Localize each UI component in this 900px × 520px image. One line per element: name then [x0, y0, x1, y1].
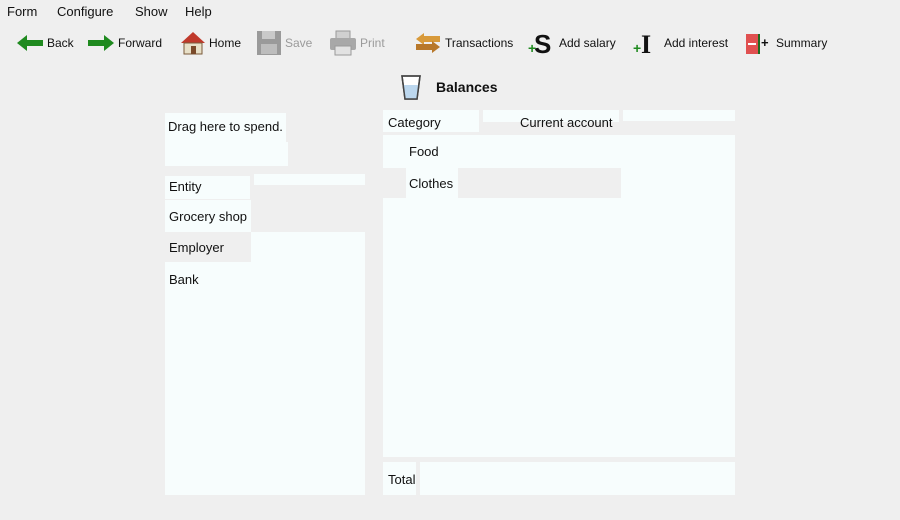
- category-header: Category: [388, 115, 441, 130]
- account-header: Current account: [520, 115, 613, 130]
- account-header-cell[interactable]: Current account: [483, 110, 619, 130]
- total-label: Total: [388, 472, 416, 487]
- print-label: Print: [360, 36, 385, 50]
- balances-table-body: Food Clothes: [383, 135, 735, 457]
- balances-row-clothes[interactable]: Clothes: [409, 174, 453, 194]
- menu-configure[interactable]: Configure: [57, 4, 113, 19]
- arrow-right-icon: [88, 35, 114, 51]
- spend-drop-label: Drag here to spend.: [168, 119, 283, 134]
- add-interest-label: Add interest: [664, 36, 729, 50]
- summary-button[interactable]: + Summary: [745, 28, 827, 58]
- menu-show[interactable]: Show: [135, 4, 168, 19]
- entity-header-filler: [254, 174, 365, 185]
- transactions-label: Transactions: [445, 36, 514, 50]
- entity-list: Grocery shop Employer Bank: [165, 200, 365, 495]
- save-label: Save: [285, 36, 313, 50]
- add-salary-icon: S +: [528, 29, 551, 57]
- spend-drop-label-area: Drag here to spend.: [165, 113, 286, 142]
- menu-help[interactable]: Help: [185, 4, 212, 19]
- page-header: Balances: [400, 72, 497, 102]
- home-icon: [181, 32, 205, 55]
- menu-form[interactable]: Form: [7, 4, 37, 19]
- spend-drop-target[interactable]: [165, 142, 288, 166]
- toolbar: Back Forward Home Save Print Transaction…: [0, 26, 900, 62]
- print-button[interactable]: Print: [329, 28, 385, 58]
- home-label: Home: [209, 36, 242, 50]
- forward-label: Forward: [118, 36, 163, 50]
- svg-text:I: I: [641, 30, 651, 57]
- back-label: Back: [47, 36, 74, 50]
- svg-text:+: +: [528, 40, 536, 56]
- entity-item-bank[interactable]: Bank: [169, 270, 199, 290]
- home-button[interactable]: Home: [180, 28, 241, 58]
- save-button[interactable]: Save: [256, 28, 312, 58]
- menu-bar: Form Configure Show Help: [0, 0, 900, 24]
- cup-icon: [401, 75, 421, 100]
- transactions-icon: [416, 33, 440, 53]
- back-button[interactable]: Back: [16, 28, 74, 58]
- entity-header: Entity: [169, 179, 202, 194]
- add-salary-label: Add salary: [559, 36, 616, 50]
- page-title: Balances: [436, 79, 498, 95]
- add-interest-button[interactable]: I + Add interest: [633, 28, 728, 58]
- transactions-button[interactable]: Transactions: [414, 28, 513, 58]
- balances-row-food[interactable]: Food: [409, 142, 439, 162]
- total-row: Total: [383, 462, 735, 495]
- entity-item-employer[interactable]: Employer: [169, 238, 224, 258]
- add-interest-icon: I +: [633, 30, 651, 57]
- header-filler: [623, 110, 735, 121]
- add-salary-button[interactable]: S + Add salary: [528, 28, 616, 58]
- svg-text:+: +: [761, 35, 769, 50]
- entity-item-grocery-shop[interactable]: Grocery shop: [169, 207, 247, 227]
- total-separator: [416, 462, 420, 495]
- save-icon: [257, 31, 281, 55]
- svg-text:+: +: [633, 40, 641, 56]
- entity-list-gap: [251, 200, 365, 232]
- arrow-left-icon: [17, 35, 43, 51]
- category-header-cell[interactable]: Category: [383, 110, 479, 132]
- print-icon: [330, 30, 356, 56]
- forward-button[interactable]: Forward: [87, 28, 162, 58]
- summary-label: Summary: [776, 36, 828, 50]
- svg-text:S: S: [534, 29, 551, 57]
- summary-icon: +: [746, 34, 769, 54]
- entity-header-cell[interactable]: Entity: [165, 176, 250, 199]
